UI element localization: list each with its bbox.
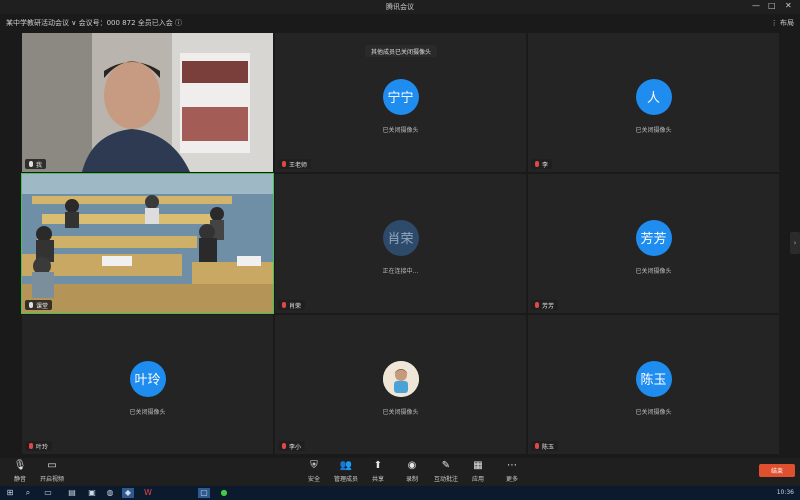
participant-tile[interactable]: 人 已关闭摄像头 李 (528, 33, 779, 172)
microphone-muted-icon (282, 302, 286, 308)
windows-start-icon[interactable]: ⊞ (4, 488, 16, 498)
office-icon[interactable]: W (142, 488, 154, 498)
close-icon[interactable]: ✕ (785, 1, 792, 10)
camera-status: 已关闭摄像头 (129, 409, 166, 416)
video-button[interactable]: ▭ 开启视频 (32, 460, 72, 483)
tile-name-tag: 陈玉 (531, 441, 559, 451)
participant-tile[interactable]: 陈玉 已关闭摄像头 陈玉 (528, 315, 779, 454)
camera-status: 已关闭摄像头 (382, 127, 419, 134)
avatar-photo (382, 360, 419, 397)
camera-status: 已关闭摄像头 (635, 409, 672, 416)
window-icon[interactable]: ▢ (198, 488, 210, 498)
search-icon[interactable]: ⌕ (22, 488, 34, 498)
camera-status: 已关闭摄像头 (382, 409, 419, 416)
meeting-toolbar: 🎙 静音 ▭ 开启视频 ⛨ 安全 👥 管理成员 ⬆ 共享 ◉ 录制 ✎ 互动批注 ▦ 应用 ⋯ 更… (0, 458, 800, 486)
minimize-icon[interactable]: — (752, 1, 760, 10)
end-meeting-button[interactable]: 结束 (759, 464, 795, 477)
wechat-icon[interactable]: ● (218, 488, 230, 498)
avatar: 芳芳 (635, 219, 672, 256)
meeting-info-bar: 某中学教研活动会议 ∨ 会议号：000 872 全员已入会 ⓘ ⋮ 布局 (0, 14, 800, 32)
microphone-muted-icon (29, 443, 33, 449)
avatar: 陈玉 (635, 360, 672, 397)
participant-tile-classroom[interactable]: 课堂 (21, 173, 274, 314)
layout-button[interactable]: ⋮ 布局 (771, 18, 794, 28)
file-explorer-icon[interactable]: ▤ (66, 488, 78, 498)
tile-name-tag: 肖荣 (278, 300, 306, 310)
participant-tile[interactable]: 肖荣 正在连接中... 肖荣 (275, 174, 526, 313)
side-panel-handle[interactable]: › (790, 232, 800, 254)
microphone-muted-icon (535, 161, 539, 167)
child-photo-icon (382, 360, 419, 397)
browser-icon[interactable]: ◍ (104, 488, 116, 498)
tile-name-tag: 课堂 (25, 300, 53, 310)
title-bar: 腾讯会议 — □ ✕ (0, 0, 800, 14)
participant-tile[interactable]: 叶玲 已关闭摄像头 叶玲 (22, 315, 273, 454)
microphone-muted-icon (535, 302, 539, 308)
avatar: 人 (635, 78, 672, 115)
meeting-app-icon[interactable]: ◆ (122, 488, 134, 498)
tile-name-tag: 王老师 (278, 159, 312, 169)
os-taskbar: ⊞ ⌕ ▭ ▤ ▣ ◍ ◆ W ▢ ● 10:36 (0, 486, 800, 500)
more-icon: ⋯ (507, 460, 517, 471)
tile-name-tag: 李小 (278, 441, 306, 451)
avatar: 宁宁 (382, 78, 419, 115)
self-video (22, 33, 273, 172)
camera-status: 正在连接中... (382, 268, 419, 275)
camera-status: 已关闭摄像头 (635, 127, 672, 134)
microphone-icon (29, 302, 33, 308)
camera-icon: ▭ (47, 460, 57, 471)
camera-notice: 其他成员已关闭摄像头 (365, 45, 438, 57)
microphone-muted-icon (282, 161, 286, 167)
camera-status: 已关闭摄像头 (635, 268, 672, 275)
avatar: 肖荣 (382, 219, 419, 256)
window-title: 腾讯会议 (386, 3, 414, 11)
microphone-icon (29, 161, 33, 167)
maximize-icon[interactable]: □ (768, 1, 776, 10)
tile-name-tag: 芳芳 (531, 300, 559, 310)
tile-name-tag: 李 (531, 159, 553, 169)
clock: 10:36 (776, 489, 794, 496)
app-icon[interactable]: ▣ (86, 488, 98, 498)
participant-tile-self[interactable]: 我 (22, 33, 273, 172)
avatar: 叶玲 (129, 360, 166, 397)
microphone-muted-icon (535, 443, 539, 449)
classroom-video (22, 174, 273, 313)
task-view-icon[interactable]: ▭ (42, 488, 54, 498)
tile-name-tag: 我 (25, 159, 47, 169)
meeting-info[interactable]: 某中学教研活动会议 ∨ 会议号：000 872 全员已入会 ⓘ (6, 18, 182, 28)
microphone-muted-icon (282, 443, 286, 449)
participant-tile[interactable]: 芳芳 已关闭摄像头 芳芳 (528, 174, 779, 313)
participant-tile[interactable]: 已关闭摄像头 李小 (275, 315, 526, 454)
more-button[interactable]: ⋯ 更多 (492, 460, 532, 483)
tile-name-tag: 叶玲 (25, 441, 53, 451)
